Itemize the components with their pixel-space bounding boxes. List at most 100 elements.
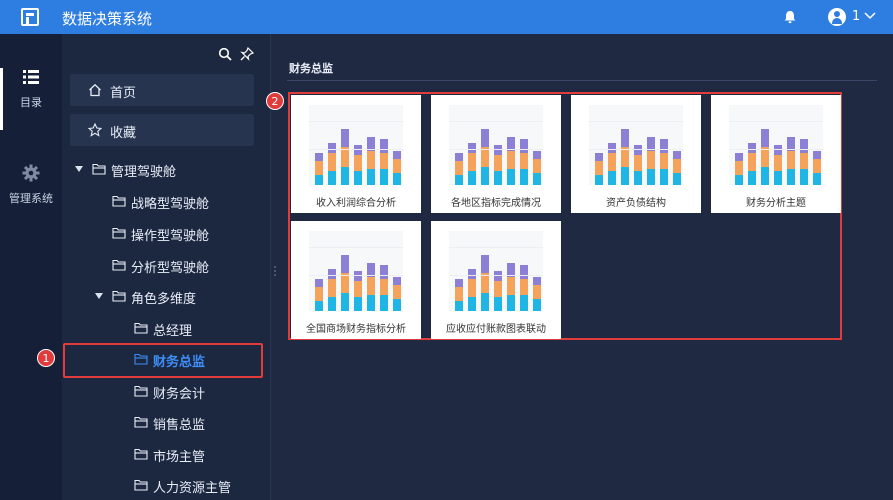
thumbnail-bar-segment [507,169,515,185]
thumbnail-bar-segment [380,295,388,311]
thumbnail-bar [354,145,362,185]
thumbnail-bar-segment [673,173,681,185]
app-logo-icon[interactable] [21,8,39,26]
thumbnail-bar-segment [341,255,349,273]
thumbnail-bar-segment [455,153,463,161]
annotation-badge-1: 1 [37,349,55,367]
thumbnail-bar [520,265,528,311]
thumbnail-bar [507,263,515,311]
thumbnail-bar-segment [533,277,541,285]
thumbnail-bar-segment [507,137,515,151]
thumbnail-bar-segment [494,297,502,311]
thumbnail-bar-segment [354,271,362,281]
avatar[interactable] [828,8,846,26]
thumbnail-bar-segment [813,173,821,185]
home-icon [89,83,101,97]
thumbnail-bar-segment [380,265,388,279]
dashboard-card[interactable]: 收入利润综合分析 [291,95,421,213]
thumbnail-bar-segment [533,151,541,159]
folder-icon [92,163,106,175]
thumbnail-bar-segment [367,169,375,185]
tree-item-home[interactable]: 首页 [70,74,254,106]
thumbnail-bar-segment [315,279,323,287]
thumbnail-bar-segment [787,151,795,169]
thumbnail-bar [647,137,655,185]
dashboard-card[interactable]: 财务分析主题 [711,95,841,213]
card-title: 资产负债结构 [606,198,666,209]
card-title: 全国商场财务指标分析 [306,324,406,335]
user-name[interactable]: 1 [852,9,860,24]
thumbnail-bar-segment [341,147,349,167]
thumbnail-bar-segment [748,153,756,171]
folder-icon [112,195,126,207]
thumbnail-bar-segment [455,279,463,287]
thumbnail-bar-segment [621,129,629,147]
thumbnail-bar-segment [507,277,515,295]
bell-icon[interactable] [783,10,797,24]
folder-icon [134,385,148,397]
thumbnail-bar [481,129,489,185]
thumbnail-bar [367,263,375,311]
thumbnail-bar-segment [735,153,743,161]
thumbnail-bar-segment [748,143,756,153]
thumbnail-bar-segment [595,153,603,161]
thumbnail-bar-segment [393,277,401,285]
rail-item-label: 目录 [20,96,42,109]
folder-icon [112,259,126,271]
dashboard-card[interactable]: 应收应付账款图表联动 [431,221,561,339]
thumbnail-bar [800,139,808,185]
thumbnail-bar-segment [634,171,642,185]
thumbnail-bar-segment [367,137,375,151]
panel-resize-handle[interactable] [273,262,277,276]
thumbnail-bar-segment [647,137,655,151]
thumbnail-bar-segment [520,169,528,185]
thumbnail-bar-segment [608,143,616,153]
folder-icon [134,448,148,460]
top-bar: 数据决策系统 1 [0,0,893,34]
thumbnail-bar [468,269,476,311]
thumbnail-bar-segment [455,301,463,311]
tree-item-favorites[interactable]: 收藏 [70,114,254,146]
thumbnail-bar [673,151,681,185]
thumbnail-bar-segment [634,155,642,171]
thumbnail-bar-segment [315,175,323,185]
thumbnail-bar [468,143,476,185]
dashboard-card[interactable]: 全国商场财务指标分析 [291,221,421,339]
rail-item-catalog[interactable]: 目录 [0,68,62,130]
search-icon[interactable] [218,47,232,61]
thumbnail-bar [787,137,795,185]
dashboard-card[interactable]: 资产负债结构 [571,95,701,213]
page-title: 财务总监 [289,62,333,75]
rail-item-label: 管理系统 [9,192,53,205]
thumbnail-bar [393,151,401,185]
thumbnail-bar [621,129,629,185]
thumbnail-bar-segment [761,167,769,185]
thumbnail-bar-segment [468,297,476,311]
thumbnail-bar [533,151,541,185]
pin-icon[interactable] [240,47,254,61]
caret-down-icon[interactable] [95,293,103,299]
thumbnail-bar-segment [341,273,349,293]
app-title: 数据决策系统 [62,10,153,28]
tree-node-label: 销售总监 [153,418,206,433]
thumbnail-bar [520,139,528,185]
thumbnail-bar [494,271,502,311]
caret-down-icon[interactable] [75,166,83,172]
dashboard-card[interactable]: 各地区指标完成情况 [431,95,561,213]
chevron-down-icon[interactable] [864,11,876,21]
thumbnail-bar-segment [481,167,489,185]
thumbnail-bar-segment [735,175,743,185]
thumbnail-bar [380,265,388,311]
thumbnail-bar-segment [393,285,401,299]
thumbnail-bar-segment [468,143,476,153]
thumbnail-bar-segment [660,169,668,185]
thumbnail-bar [735,153,743,185]
thumbnail-bar-segment [315,301,323,311]
thumbnail-bar-segment [761,147,769,167]
thumbnail-bar-segment [520,279,528,295]
thumbnail-bar-segment [660,153,668,169]
thumbnail-bar-segment [507,295,515,311]
thumbnail-bar-segment [315,161,323,175]
rail-item-admin[interactable]: 管理系统 [0,164,62,206]
tree-node-label: 战略型驾驶舱 [131,197,210,212]
